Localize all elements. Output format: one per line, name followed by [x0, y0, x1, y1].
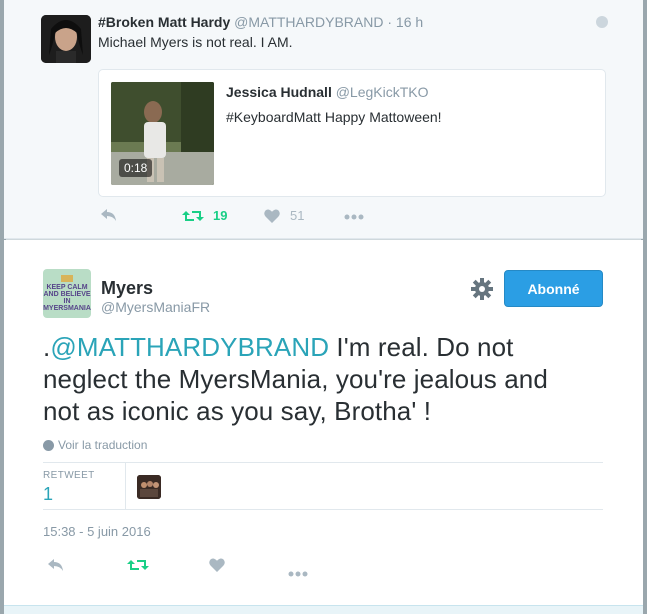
- quoted-tweet-text: #KeyboardMatt Happy Mattoween!: [226, 109, 442, 125]
- translate-link[interactable]: Voir la traduction: [43, 438, 147, 452]
- quoted-author-handle[interactable]: @LegKickTKO: [336, 84, 429, 100]
- heart-icon: [209, 558, 225, 572]
- retweet-stat-count[interactable]: 1: [43, 484, 53, 505]
- tweet-text: .@MATTHARDYBRAND I'm real. Do not neglec…: [43, 331, 583, 427]
- retweet-count: 19: [213, 208, 228, 223]
- main-tweet: KEEP CALM AND BELIEVE IN MYERSMANIA Myer…: [4, 240, 643, 605]
- reply-icon: [101, 209, 116, 221]
- reply-composer-strip: [4, 605, 643, 614]
- reply-button[interactable]: [100, 208, 118, 222]
- quoted-tweet-header: Jessica Hudnall @LegKickTKO: [226, 84, 429, 100]
- author-name[interactable]: Myers: [101, 278, 153, 299]
- retweeter-avatar[interactable]: [137, 475, 161, 499]
- reply-button[interactable]: [47, 558, 65, 577]
- tweet-timestamp[interactable]: 15:38 - 5 juin 2016: [43, 524, 151, 539]
- follow-button[interactable]: Abonné: [504, 270, 603, 307]
- main-tweet-actions: [43, 556, 343, 577]
- heart-icon: [264, 209, 280, 223]
- video-duration: 0:18: [119, 159, 153, 177]
- crown-icon: [61, 275, 73, 282]
- author-name[interactable]: #Broken Matt Hardy: [98, 14, 230, 30]
- stats-divider: [125, 463, 126, 509]
- time-separator: ·: [387, 14, 393, 30]
- globe-icon: [43, 439, 54, 451]
- tweet-time[interactable]: 16 h: [396, 14, 423, 30]
- parent-tweet-actions: 19 51: [98, 208, 398, 228]
- more-button[interactable]: [344, 214, 364, 220]
- like-button[interactable]: 51: [264, 208, 304, 223]
- tweet-stats: RETWEET 1: [43, 462, 603, 510]
- avatar-text: KEEP CALM AND BELIEVE IN MYERSMANIA: [43, 284, 91, 312]
- quoted-author-name[interactable]: Jessica Hudnall: [226, 84, 332, 100]
- author-handle[interactable]: @MATTHARDYBRAND: [234, 14, 383, 30]
- parent-tweet-header: #Broken Matt Hardy @MATTHARDYBRAND · 16 …: [98, 14, 423, 30]
- more-icon: [288, 571, 308, 577]
- retweeter-avatar-image: [137, 475, 161, 499]
- retweet-button[interactable]: 19: [182, 208, 227, 223]
- retweet-icon: [182, 210, 204, 221]
- globe-icon: [596, 16, 608, 28]
- parent-tweet[interactable]: #Broken Matt Hardy @MATTHARDYBRAND · 16 …: [4, 0, 643, 239]
- gear-icon[interactable]: [470, 277, 494, 301]
- translate-label: Voir la traduction: [58, 438, 148, 452]
- more-icon: [344, 214, 364, 220]
- video-thumbnail[interactable]: 0:18: [111, 82, 214, 185]
- retweet-button[interactable]: [127, 558, 149, 577]
- mention-link[interactable]: @MATTHARDYBRAND: [50, 332, 329, 362]
- avatar-image: [41, 15, 91, 63]
- more-button[interactable]: [288, 564, 308, 582]
- avatar[interactable]: KEEP CALM AND BELIEVE IN MYERSMANIA: [43, 269, 91, 318]
- quoted-tweet[interactable]: 0:18 Jessica Hudnall @LegKickTKO #Keyboa…: [98, 69, 606, 197]
- like-count: 51: [290, 208, 305, 223]
- retweet-icon: [127, 560, 149, 570]
- author-handle[interactable]: @MyersManiaFR: [101, 299, 210, 315]
- avatar[interactable]: [41, 15, 91, 63]
- retweet-stat-label: RETWEET: [43, 470, 95, 481]
- reply-icon: [48, 559, 63, 571]
- like-button[interactable]: [209, 558, 225, 577]
- tweet-text: Michael Myers is not real. I AM.: [98, 34, 293, 50]
